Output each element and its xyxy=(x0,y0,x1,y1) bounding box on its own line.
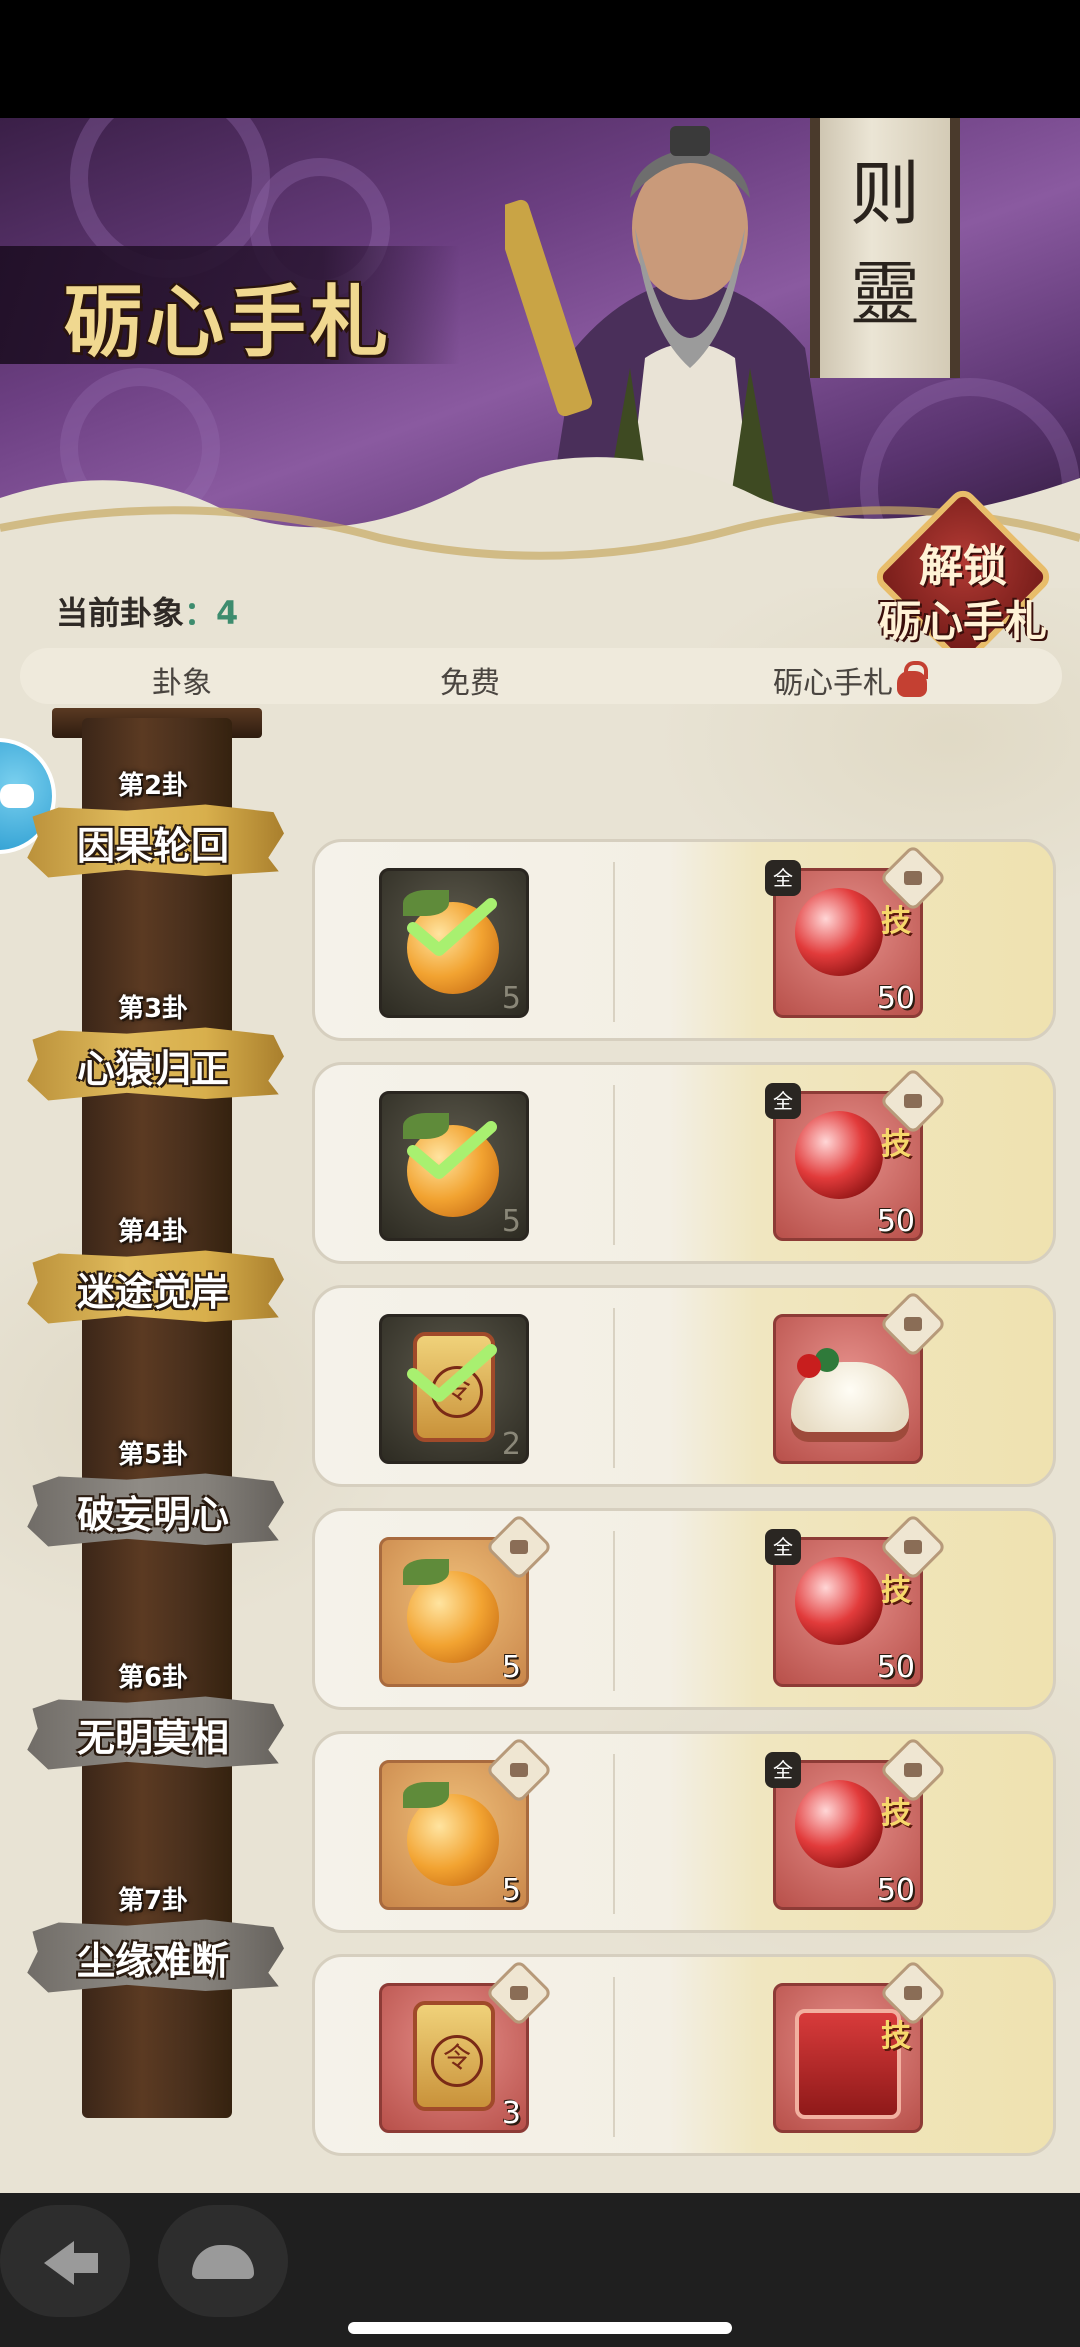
stage-name: 尘缘难断 xyxy=(76,1938,229,1983)
free-reward-slot[interactable]: 5 xyxy=(379,1513,553,1687)
current-hexagram: 当前卦象：4 xyxy=(56,594,239,632)
token-icon xyxy=(413,2001,495,2111)
paid-reward-slot[interactable]: 技全 50 xyxy=(765,844,947,1018)
status-bar xyxy=(0,0,1080,118)
reward-count: 5 xyxy=(501,1873,521,1908)
column-header: 卦象 免费 砺心手札 xyxy=(20,648,1062,704)
free-reward-slot[interactable]: 5 xyxy=(379,1091,529,1241)
stage-number: 第3卦 xyxy=(117,994,189,1024)
stage-name: 心猿归正 xyxy=(76,1046,229,1091)
reward-row: 2 xyxy=(312,1285,1056,1487)
reward-count: 5 xyxy=(501,1204,521,1239)
reward-row: 3技 xyxy=(312,1954,1056,2156)
paid-reward-slot[interactable]: 技全 50 xyxy=(765,1067,947,1241)
paid-reward-slot[interactable]: 技全 50 xyxy=(765,1736,947,1910)
skill-orb-icon xyxy=(795,1557,883,1645)
stage-label: 第3卦心猿归正 xyxy=(22,988,284,1118)
home-cat-icon xyxy=(192,2245,254,2279)
stage-name: 无明莫相 xyxy=(76,1715,229,1760)
stage-name: 迷途觉岸 xyxy=(76,1269,229,1314)
reward-count: 50 xyxy=(876,1204,915,1239)
stage-number: 第5卦 xyxy=(117,1440,189,1470)
reward-row: 5 技全 50 xyxy=(312,1062,1056,1264)
paid-reward-slot[interactable]: 技 xyxy=(773,1959,947,2133)
stage-number: 第2卦 xyxy=(117,771,189,801)
free-reward-slot[interactable]: 5 xyxy=(379,868,529,1018)
all-tag: 全 xyxy=(765,1083,801,1119)
home-indicator xyxy=(348,2322,732,2334)
reward-count: 5 xyxy=(501,1650,521,1685)
event-title: 砺心手札 xyxy=(64,277,393,368)
free-reward-slot[interactable]: 5 xyxy=(379,1736,553,1910)
stage-label: 第5卦破妄明心 xyxy=(22,1434,284,1564)
free-reward-slot[interactable]: 3 xyxy=(379,1959,553,2133)
skill-orb-icon xyxy=(795,1111,883,1199)
stage-label: 第4卦迷途觉岸 xyxy=(22,1211,284,1341)
skill-orb-icon xyxy=(795,888,883,976)
back-arrow-icon xyxy=(44,2241,98,2285)
free-reward-slot[interactable]: 2 xyxy=(379,1314,529,1464)
stage-label: 第2卦因果轮回 xyxy=(22,765,284,895)
stage-name: 破妄明心 xyxy=(76,1492,229,1537)
col-premium: 砺心手札 xyxy=(720,658,980,702)
event-screen: 则 靈 砺心手札 解锁 砺心手札 当前卦象：4 卦象 免费 砺心手札 第2卦 因… xyxy=(0,118,1080,2193)
reward-count: 3 xyxy=(501,2096,521,2131)
all-tag: 全 xyxy=(765,860,801,896)
reward-row: 5 技全 50 xyxy=(312,839,1056,1041)
all-tag: 全 xyxy=(765,1529,801,1565)
col-free: 免费 xyxy=(440,666,500,701)
home-button[interactable] xyxy=(158,2205,288,2317)
reward-row: 5 技全 50 xyxy=(312,1508,1056,1710)
stage-number: 第7卦 xyxy=(117,1886,189,1916)
col-hexagram: 卦象 xyxy=(152,666,212,701)
reward-row: 5 技全 50 xyxy=(312,1731,1056,1933)
all-tag: 全 xyxy=(765,1752,801,1788)
claimed-check-icon xyxy=(407,898,497,956)
reward-count: 2 xyxy=(501,1427,521,1462)
claimed-check-icon xyxy=(407,1121,497,1179)
premium-lock-icon xyxy=(897,661,928,697)
reward-count: 50 xyxy=(876,981,915,1016)
stage-label: 第7卦尘缘难断 xyxy=(22,1880,284,2010)
stage-name: 因果轮回 xyxy=(76,823,229,868)
reward-count: 50 xyxy=(876,1650,915,1685)
stage-label: 第6卦无明莫相 xyxy=(22,1657,284,1787)
paid-reward-slot[interactable] xyxy=(773,1290,947,1464)
back-button[interactable] xyxy=(0,2205,130,2317)
paid-reward-slot[interactable]: 技全 50 xyxy=(765,1513,947,1687)
skill-orb-icon xyxy=(795,1780,883,1868)
stage-number: 第4卦 xyxy=(117,1217,189,1247)
stage-number: 第6卦 xyxy=(117,1663,189,1693)
reward-count: 5 xyxy=(501,981,521,1016)
claimed-check-icon xyxy=(407,1344,497,1402)
reward-count: 50 xyxy=(876,1873,915,1908)
